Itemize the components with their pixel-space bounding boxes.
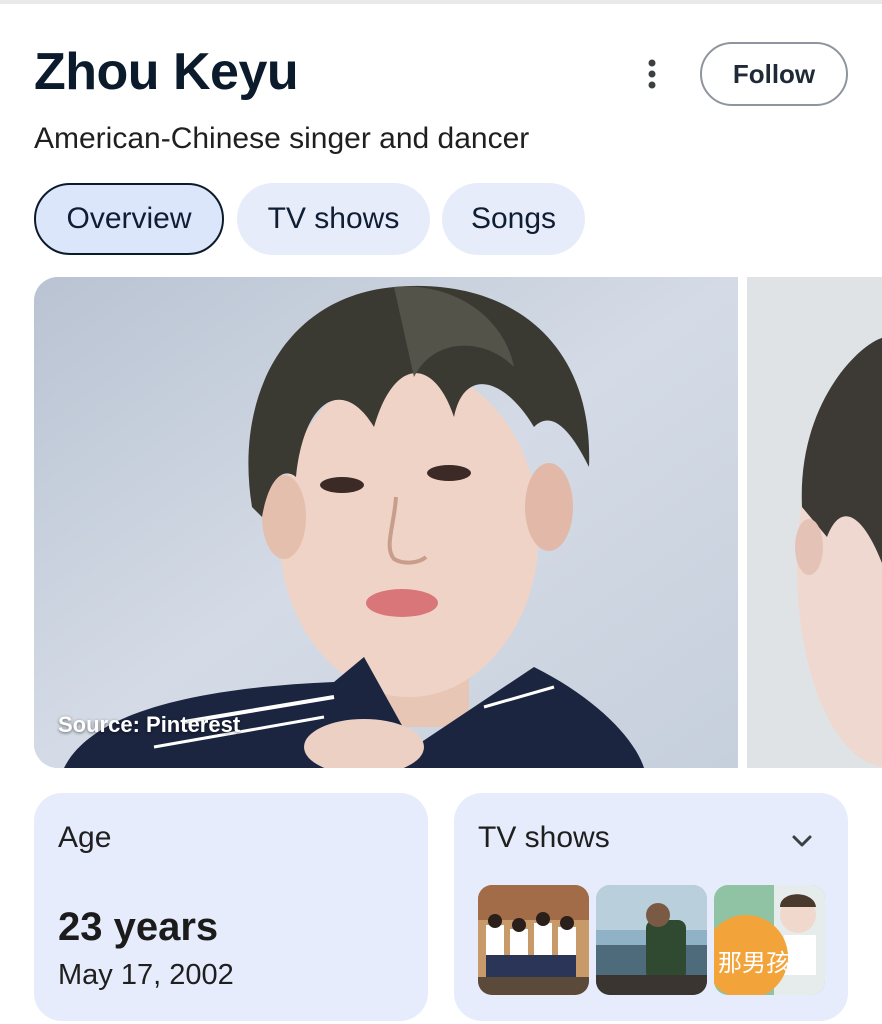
- age-value: 23 years: [58, 905, 219, 949]
- chevron-down-icon[interactable]: [788, 827, 816, 855]
- tv-show-thumbnail[interactable]: [478, 885, 589, 995]
- age-label: Age: [58, 821, 112, 854]
- tv-shows-card[interactable]: TV shows 那男孩: [454, 793, 848, 1021]
- entity-subtitle: American-Chinese singer and dancer: [34, 122, 530, 155]
- more-vertical-icon: [648, 59, 656, 89]
- more-options-button[interactable]: [630, 52, 674, 96]
- tv-show-thumbnail[interactable]: [596, 885, 707, 995]
- tv-show-poster-title: 那男孩: [718, 949, 790, 977]
- tab-overview[interactable]: Overview: [34, 183, 224, 255]
- age-card[interactable]: Age 23 years May 17, 2002: [34, 793, 428, 1021]
- tv-show-poster-image: [596, 885, 707, 995]
- tab-tv-shows[interactable]: TV shows: [237, 183, 430, 255]
- tv-shows-label: TV shows: [478, 821, 610, 854]
- tv-show-poster-image: [478, 885, 589, 995]
- top-divider: [0, 0, 882, 4]
- next-photo-peek[interactable]: [747, 277, 882, 768]
- follow-button[interactable]: Follow: [700, 42, 848, 106]
- main-photo[interactable]: [34, 277, 738, 768]
- image-source-label[interactable]: Source: Pinterest: [58, 712, 240, 738]
- tv-show-poster-image: [714, 885, 825, 995]
- tab-songs[interactable]: Songs: [442, 183, 585, 255]
- page-title: Zhou Keyu: [34, 43, 299, 101]
- tv-show-thumbnail[interactable]: 那男孩: [714, 885, 825, 995]
- portrait-image: [34, 277, 738, 768]
- birth-date: May 17, 2002: [58, 959, 234, 991]
- portrait-image-secondary: [747, 277, 882, 768]
